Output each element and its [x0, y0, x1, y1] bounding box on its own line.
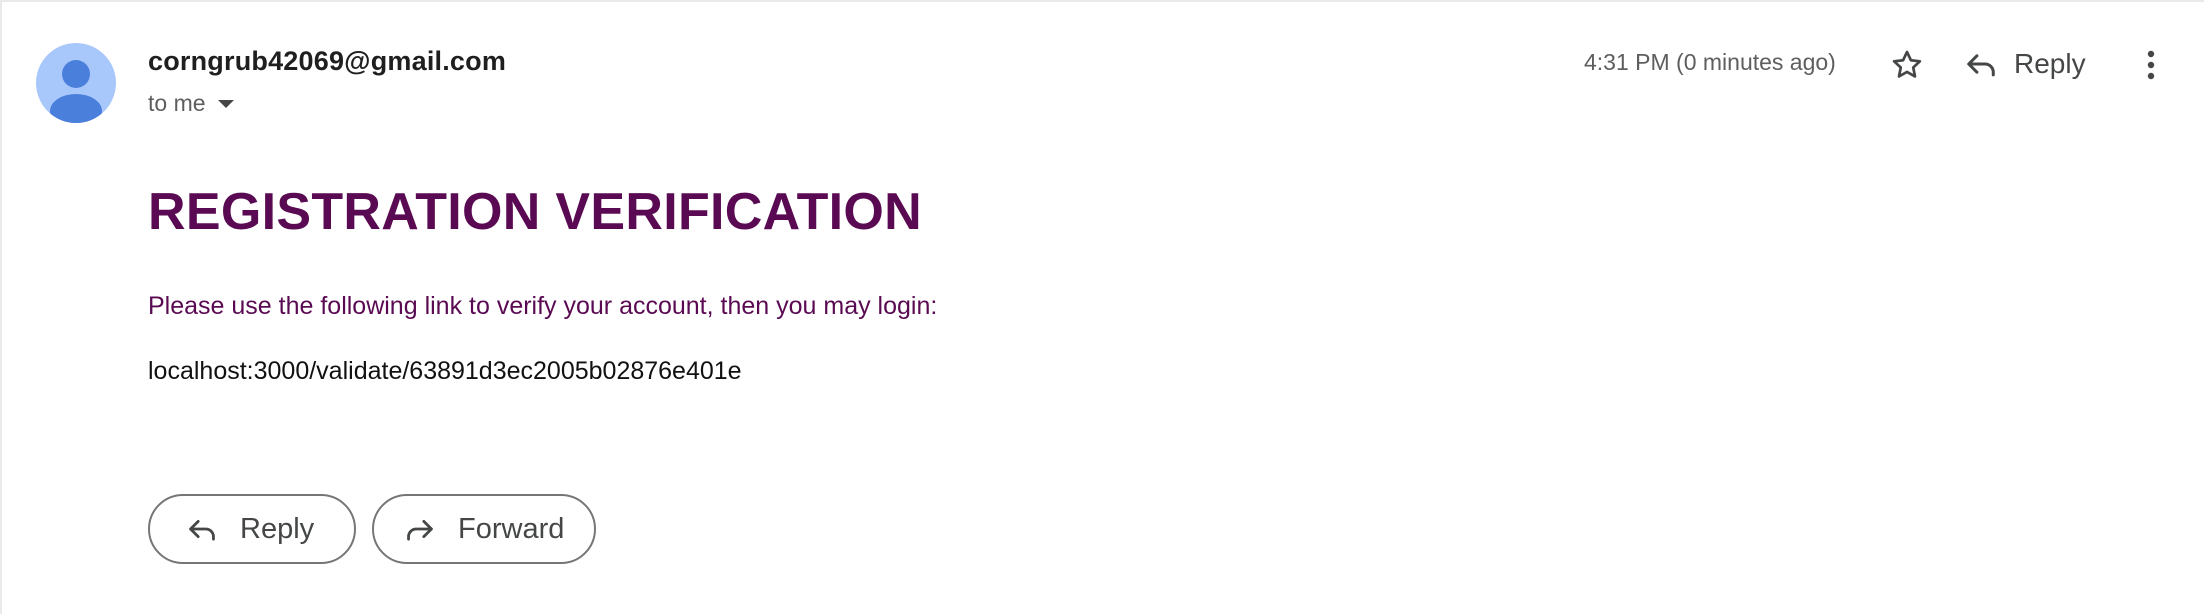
header-reply-label: Reply: [2014, 48, 2086, 79]
star-button[interactable]: [1886, 44, 1928, 86]
reply-icon: [1967, 54, 1995, 77]
recipient-details-toggle[interactable]: to me: [148, 90, 234, 117]
forward-icon: [404, 515, 436, 543]
email-title: REGISTRATION VERIFICATION: [148, 183, 923, 241]
forward-button[interactable]: Forward: [372, 494, 596, 564]
reply-icon: [186, 515, 218, 543]
recipient-label: to me: [148, 90, 206, 116]
verification-link[interactable]: localhost:3000/validate/63891d3ec2005b02…: [148, 357, 742, 386]
person-avatar-icon: [50, 60, 102, 123]
sender-avatar[interactable]: [36, 43, 116, 123]
caret-down-icon: [217, 99, 234, 108]
sender-email: corngrub42069@gmail.com: [148, 46, 507, 76]
more-vert-icon: [2147, 50, 2155, 80]
header-reply-button[interactable]: Reply: [1964, 40, 2086, 88]
forward-button-label: Forward: [458, 512, 565, 545]
message-timestamp: 4:31 PM (0 minutes ago): [1584, 49, 1836, 75]
reply-button-label: Reply: [240, 512, 315, 545]
star-icon: [1892, 50, 1922, 78]
more-options-button[interactable]: [2132, 44, 2170, 86]
email-message: Please use the following link to verify …: [148, 292, 938, 320]
email-view: corngrub42069@gmail.com to me 4:31 PM (0…: [0, 0, 2204, 614]
reply-button[interactable]: Reply: [148, 494, 356, 564]
